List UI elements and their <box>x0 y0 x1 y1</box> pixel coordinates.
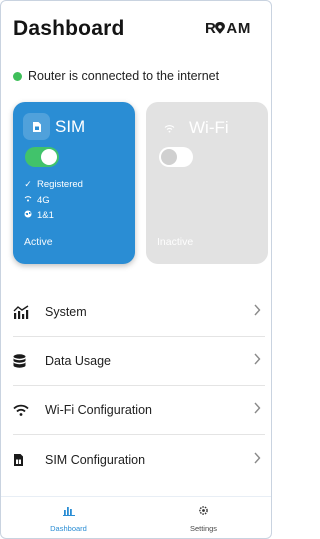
connection-status: Router is connected to the internet <box>13 69 219 83</box>
wifi-icon <box>13 404 45 416</box>
sim-network-type: 4G <box>37 194 50 206</box>
menu-item-label: System <box>45 305 87 319</box>
database-icon <box>13 354 45 368</box>
globe-icon <box>23 208 33 224</box>
tab-dashboard[interactable]: Dashboard <box>1 497 136 538</box>
menu-item-label: Wi-Fi Configuration <box>45 403 152 417</box>
chevron-right-icon <box>253 352 261 370</box>
app-screen: Dashboard R AM Router is connected to th… <box>0 0 272 539</box>
wifi-icon <box>164 120 175 138</box>
menu-item-sim-configuration[interactable]: SIM Configuration <box>13 435 265 484</box>
system-chart-icon <box>13 305 45 319</box>
roam-logo: R AM <box>205 18 265 43</box>
svg-text:R: R <box>205 20 217 37</box>
wifi-state: Inactive <box>157 236 194 248</box>
wifi-toggle[interactable] <box>159 147 193 167</box>
sim-detail-row: ✓ Registered <box>23 177 83 193</box>
sim-detail-row: 4G <box>23 193 83 209</box>
chevron-right-icon <box>253 303 261 321</box>
chevron-right-icon <box>253 451 261 469</box>
sim-card-icon <box>13 453 45 467</box>
toggle-knob <box>161 149 177 165</box>
sim-card-icon <box>23 113 50 140</box>
sim-detail-row: 1&1 <box>23 208 83 224</box>
tab-label: Settings <box>189 523 218 533</box>
sim-state: Active <box>24 236 53 248</box>
settings-menu: System Data Usage Wi-Fi Configuration SI… <box>13 288 265 484</box>
bottom-nav: Dashboard Settings <box>1 496 271 538</box>
sim-provider: 1&1 <box>37 210 54 221</box>
menu-item-wifi-configuration[interactable]: Wi-Fi Configuration <box>13 386 265 435</box>
menu-item-label: Data Usage <box>45 354 112 368</box>
wifi-card-tile[interactable]: Wi-Fi Inactive <box>146 102 268 264</box>
tab-settings[interactable]: Settings <box>136 497 271 538</box>
check-icon: ✓ <box>24 179 32 189</box>
header: Dashboard R AM <box>13 17 265 47</box>
menu-item-label: SIM Configuration <box>45 452 146 467</box>
svg-text:AM: AM <box>226 20 251 37</box>
sim-toggle[interactable] <box>25 147 59 167</box>
page-title: Dashboard <box>13 17 125 40</box>
sim-details: ✓ Registered 4G 1&1 <box>23 177 83 224</box>
signal-icon <box>23 193 33 209</box>
menu-item-data-usage[interactable]: Data Usage <box>13 337 265 386</box>
gear-icon <box>198 503 209 521</box>
tab-label: Dashboard <box>50 523 87 533</box>
roam-logo-icon: R AM <box>205 20 251 37</box>
status-text: Router is connected to the internet <box>28 69 220 83</box>
sim-registration: Registered <box>37 179 83 190</box>
menu-item-system[interactable]: System <box>13 288 265 337</box>
chevron-right-icon <box>253 401 261 419</box>
bar-chart-icon <box>62 503 75 521</box>
sim-card-tile[interactable]: SIM ✓ Registered 4G 1&1 Active <box>13 102 135 264</box>
toggle-knob <box>41 149 57 165</box>
status-dot-icon <box>13 71 22 81</box>
wifi-card-title: Wi-Fi <box>189 118 229 137</box>
sim-card-title: SIM <box>55 117 86 136</box>
